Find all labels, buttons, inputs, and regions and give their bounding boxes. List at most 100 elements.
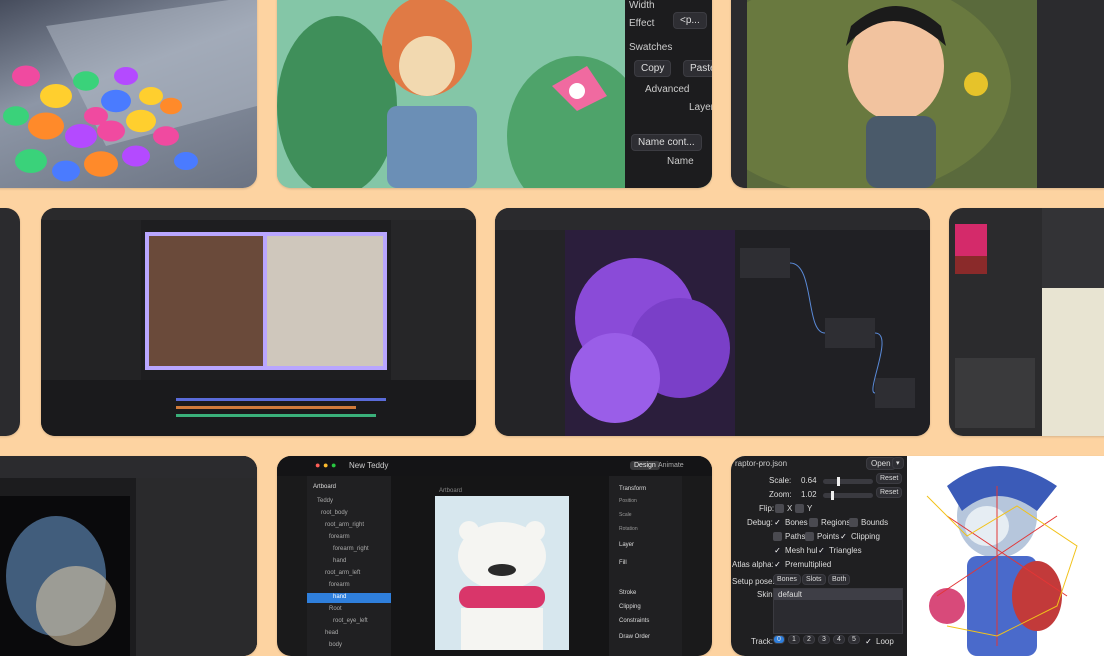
sphere [174, 152, 198, 170]
tree-item-selected[interactable] [307, 593, 391, 603]
bounds-checkbox[interactable]: Bounds [849, 518, 888, 528]
track-1-button[interactable]: 1 [788, 635, 800, 644]
tree-item[interactable]: root_body [321, 510, 348, 516]
sphere [73, 71, 99, 91]
zoom-value: 1.02 [801, 490, 817, 499]
track-0-button[interactable]: 0 [773, 635, 785, 644]
video-editor-ui [41, 208, 476, 436]
thumb-fox-illustration[interactable]: Width Effect <p... Swatches Copy Paste A… [277, 0, 712, 188]
tree-item[interactable]: forearm [329, 582, 350, 588]
prop-section: Clipping [619, 604, 641, 610]
sphere [114, 67, 138, 85]
effect-dropdown[interactable]: <p... [673, 12, 707, 29]
thumb-color-panel[interactable] [949, 208, 1104, 436]
tree-item[interactable]: root_eye_left [333, 618, 368, 624]
prop-label: Position [619, 498, 637, 504]
thumb-design-editor[interactable]: ● ● ● New Teddy Design Animate Artboard … [277, 456, 712, 656]
skin-default[interactable]: default [778, 590, 802, 599]
sphere [28, 112, 64, 140]
tree-item[interactable]: root_arm_left [325, 570, 360, 576]
traffic-lights: ● [315, 460, 321, 470]
clipping-checkbox[interactable]: ✓ Clipping [839, 532, 880, 542]
sphere [122, 145, 150, 167]
regions-checkbox[interactable]: Regions [809, 518, 850, 528]
sphere [84, 151, 118, 177]
titlebar: ● ● ● New Teddy Design Animate [277, 456, 712, 476]
setup-bones-button[interactable]: Bones [773, 574, 801, 585]
thumb-video-editor[interactable] [41, 208, 476, 436]
zoom-slider-thumb[interactable] [831, 491, 834, 500]
prop-section: Transform [619, 486, 647, 492]
tree-item[interactable]: head [325, 630, 338, 636]
scale-label: Scale: [769, 476, 792, 485]
character-render [731, 0, 1104, 188]
flip-x-checkbox[interactable]: X [775, 504, 792, 514]
swatches-label: Swatches [629, 42, 673, 53]
tree-item[interactable]: Root [329, 606, 342, 612]
prop-section: Fill [619, 560, 627, 566]
zoom-slider[interactable] [823, 491, 873, 500]
name-contains-dropdown[interactable]: Name cont... [631, 134, 702, 151]
paste-button[interactable]: Paste [683, 60, 712, 77]
scale-reset-button[interactable]: Reset [876, 473, 903, 484]
paths-checkbox[interactable]: Paths [773, 532, 805, 542]
sphere [126, 109, 156, 133]
points-checkbox[interactable]: Points [805, 532, 839, 542]
layers-label: Layers [689, 102, 712, 113]
mesh-hull-checkbox[interactable]: ✓ Mesh hull [773, 546, 819, 556]
traffic-lights-3: ● [331, 460, 337, 470]
setup-both-button[interactable]: Both [828, 574, 851, 585]
track-3-button[interactable]: 3 [818, 635, 830, 644]
prop-section: Stroke [619, 590, 637, 596]
tab-design[interactable]: Design [630, 461, 660, 470]
document-tab[interactable]: New Teddy [349, 461, 388, 470]
sphere [84, 107, 108, 125]
node-editor-ui [495, 208, 930, 436]
bones-checkbox[interactable]: ✓ Bones [773, 518, 808, 528]
premultiplied-checkbox[interactable]: ✓ Premultiplied [773, 560, 831, 570]
thumb-particles[interactable] [0, 456, 257, 656]
thumb-node-editor[interactable] [495, 208, 930, 436]
prop-label: Scale [619, 512, 632, 518]
tree-item[interactable]: body [329, 642, 342, 648]
scale-slider[interactable] [823, 477, 873, 486]
artboard-label: Artboard [439, 488, 463, 494]
sphere [52, 160, 80, 182]
spine-control-panel: raptor-pro.json Open ▾ Scale: 0.64 Reset… [731, 456, 907, 656]
traffic-lights-2: ● [323, 460, 329, 470]
panel-width-label: Width [629, 0, 655, 11]
tree-item[interactable]: Artboard [313, 484, 336, 490]
name-column-label: Name [667, 156, 694, 167]
thumb-left-panel[interactable] [0, 208, 20, 436]
tree-item[interactable]: hand [333, 558, 346, 564]
setup-slots-button[interactable]: Slots [802, 574, 826, 585]
tree-item[interactable]: forearm [329, 534, 350, 540]
tree-item[interactable]: hand [333, 594, 346, 600]
panel-effect-label: Effect [629, 18, 655, 29]
scale-slider-thumb[interactable] [837, 477, 840, 486]
properties-panel: Transform Position Scale Rotation Layer … [609, 476, 682, 656]
track-4-button[interactable]: 4 [833, 635, 845, 644]
scale-value: 0.64 [801, 476, 817, 485]
flip-y-checkbox[interactable]: Y [795, 504, 812, 514]
thumb-spine-viewer[interactable]: raptor-pro.json Open ▾ Scale: 0.64 Reset… [731, 456, 1104, 656]
copy-button[interactable]: Copy [634, 60, 672, 77]
tree-item[interactable]: forearm_right [333, 546, 369, 552]
sphere [160, 97, 182, 115]
tab-animate[interactable]: Animate [658, 462, 684, 469]
advanced-label[interactable]: Advanced [645, 84, 689, 95]
skin-list[interactable]: default [773, 588, 903, 634]
zoom-label: Zoom: [769, 490, 792, 499]
tree-item[interactable]: root_arm_right [325, 522, 364, 528]
track-5-button[interactable]: 5 [848, 635, 860, 644]
prop-section: Draw Order [619, 634, 651, 640]
canvas: Artboard [391, 476, 609, 656]
thumb-3d-character[interactable] [731, 0, 1104, 188]
menu-dropdown-button[interactable]: ▾ [892, 457, 904, 469]
zoom-reset-button[interactable]: Reset [876, 487, 903, 498]
track-2-button[interactable]: 2 [803, 635, 815, 644]
sphere [153, 126, 179, 146]
thumb-3d-spheres[interactable] [0, 0, 257, 188]
tree-item[interactable]: Teddy [317, 498, 333, 504]
triangles-checkbox[interactable]: ✓ Triangles [817, 546, 862, 556]
